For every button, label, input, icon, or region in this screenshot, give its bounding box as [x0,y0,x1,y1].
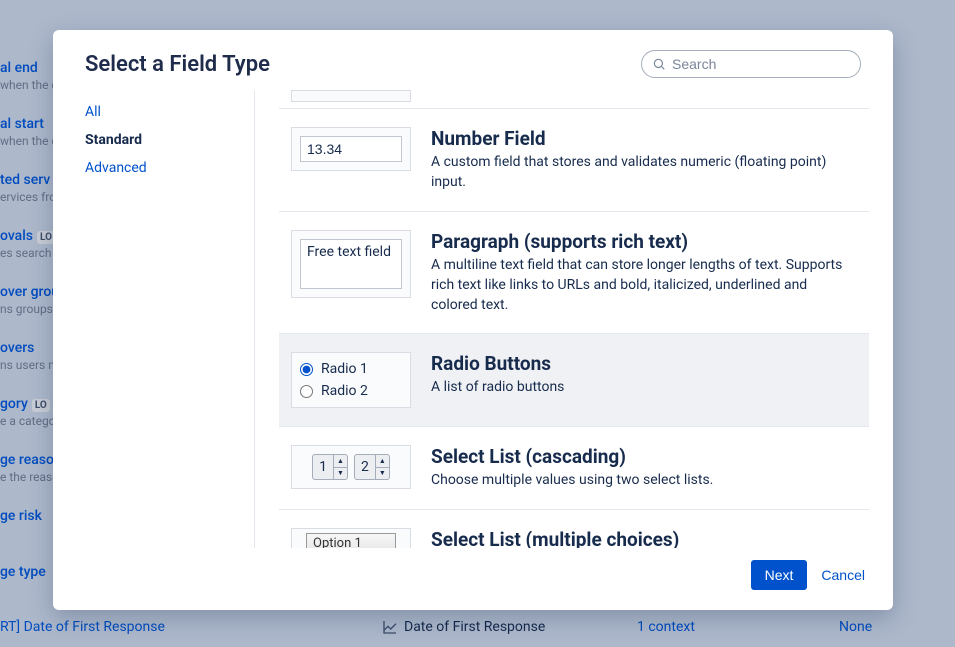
modal-header: Select a Field Type [53,30,893,90]
cancel-button[interactable]: Cancel [821,567,865,583]
field-desc: A custom field that stores and validates… [431,152,857,193]
stepper-icon: ▲▼ [375,455,389,479]
field-type-list[interactable]: Number Field A custom field that stores … [255,90,893,548]
sidebar-item-all[interactable]: All [85,98,244,126]
field-type-radio[interactable]: Radio 1 Radio 2 Radio Buttons A list of … [279,334,869,427]
preview-multiselect: Option 1 [291,528,411,548]
next-button[interactable]: Next [751,560,808,590]
select-value: 1 [313,459,333,475]
radio-label: Radio 2 [321,383,368,399]
field-desc: Choose multiple values using two select … [431,470,857,490]
stepper-icon: ▲▼ [333,455,347,479]
field-title: Radio Buttons [431,352,857,375]
field-title: Select List (multiple choices) [431,528,857,548]
field-title: Number Field [431,127,857,150]
multiselect-option: Option 1 [306,533,396,548]
select-field-type-modal: Select a Field Type All Standard Advance… [53,30,893,610]
field-desc: A multiline text field that can store lo… [431,255,857,316]
preview-paragraph-textarea [300,239,402,289]
field-desc: A list of radio buttons [431,377,857,397]
modal-footer: Next Cancel [53,548,893,610]
cascading-select-2: 2 ▲▼ [354,454,390,480]
modal-title: Select a Field Type [85,52,270,77]
preview-number [291,127,411,171]
preview-radio: Radio 1 Radio 2 [291,352,411,408]
field-type-number[interactable]: Number Field A custom field that stores … [279,108,869,212]
sidebar-item-advanced[interactable]: Advanced [85,154,244,182]
radio-icon [300,363,313,376]
preview-paragraph [291,230,411,298]
field-type-paragraph[interactable]: Paragraph (supports rich text) A multili… [279,212,869,335]
field-title: Paragraph (supports rich text) [431,230,857,253]
field-title: Select List (cascading) [431,445,857,468]
field-type-select-cascading[interactable]: 1 ▲▼ 2 ▲▼ Select List (cascading) Choose… [279,427,869,509]
preview-radio-opt2: Radio 2 [300,383,368,399]
search-input-wrap[interactable] [641,50,861,78]
select-value: 2 [355,459,375,475]
preview-cutoff [291,90,411,102]
preview-number-input [300,136,402,162]
preview-radio-opt1: Radio 1 [300,361,368,377]
sidebar-item-standard[interactable]: Standard [85,126,244,154]
radio-icon [300,385,313,398]
search-icon [652,57,666,71]
search-input[interactable] [672,56,853,72]
category-sidebar: All Standard Advanced [75,90,255,548]
preview-cascading: 1 ▲▼ 2 ▲▼ [291,445,411,489]
cascading-select-1: 1 ▲▼ [312,454,348,480]
radio-label: Radio 1 [321,361,368,377]
field-type-select-multiple[interactable]: Option 1 Select List (multiple choices) [279,510,869,548]
